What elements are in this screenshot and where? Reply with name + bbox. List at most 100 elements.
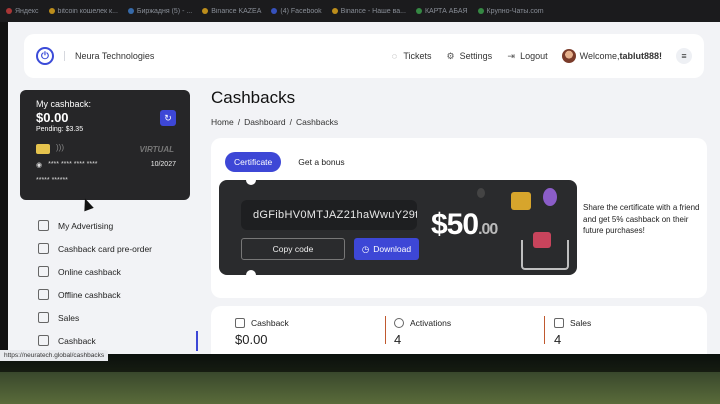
stat-label: Cashback <box>251 318 289 328</box>
stat-cashback: Cashback $0.00 <box>235 318 289 347</box>
stat-value: $0.00 <box>235 332 268 347</box>
logout-label: Logout <box>520 51 548 61</box>
tab-bar: Certificate Get a bonus <box>225 152 354 172</box>
bookmark-label: Binance KAZEA <box>211 7 262 15</box>
brand-name: Neura Technologies <box>64 51 154 61</box>
username: tablut888! <box>619 51 662 61</box>
ticket-notch <box>246 180 256 185</box>
top-header: ⏻ Neura Technologies ◌ Tickets ⚙ Settings … <box>24 34 704 78</box>
advertising-icon <box>38 220 49 231</box>
stat-value: 4 <box>394 332 402 347</box>
certificate-price: $50.00 <box>431 208 498 242</box>
logo-icon[interactable]: ⏻ <box>36 47 54 65</box>
certificate-code[interactable]: dGFibHV0MTJAZ21haWwuY29t <box>241 200 417 230</box>
welcome-text: Welcome, <box>579 51 620 61</box>
chat-icon: ◌ <box>391 51 398 61</box>
bookmark-label: (4) Facebook <box>280 7 322 15</box>
certificate-card: dGFibHV0MTJAZ21haWwuY29t Copy code ◷ Down… <box>219 180 577 275</box>
status-url: https://neuratech.global/cashbacks <box>0 350 109 361</box>
logout-icon: ⇥ <box>507 50 515 61</box>
chip-icon <box>36 144 50 154</box>
menu-icon[interactable]: ≡ <box>676 48 692 64</box>
bookmark[interactable]: Крупно-Чаты.com <box>477 7 544 15</box>
sidebar-item-my-advertising[interactable]: My Advertising <box>20 214 190 237</box>
sidebar-item-label: Offline cashback <box>58 289 121 300</box>
card-number-row: ◉ **** **** **** **** 10/2027 <box>36 161 176 169</box>
price-main: $50 <box>431 208 479 241</box>
certificate-panel: Certificate Get a bonus dGFibHV0MTJAZ21h… <box>211 138 707 298</box>
desktop-background <box>0 354 720 404</box>
tab-get-bonus[interactable]: Get a bonus <box>289 152 353 172</box>
settings-label: Settings <box>459 51 493 61</box>
ticket-notch <box>246 270 256 275</box>
sidebar-item-offline-cashback[interactable]: Offline cashback <box>20 283 190 306</box>
bookmark-label: Крупно-Чаты.com <box>486 7 544 15</box>
breadcrumb: Home / Dashboard / Cashbacks <box>211 117 707 127</box>
offline-icon <box>38 289 49 300</box>
user-greeting[interactable]: Welcome, tablut888! <box>561 49 662 63</box>
bookmark[interactable]: КАРТА АБАЯ <box>415 7 468 15</box>
cashback-card: My cashback: $0.00 Pending: $3.35 ↻ ))) … <box>20 90 190 200</box>
breadcrumb-separator: / <box>289 117 293 127</box>
gear-icon: ⚙ <box>446 50 455 61</box>
divider <box>544 316 545 344</box>
bookmark-label: bitcoin кошелек к... <box>57 7 118 15</box>
breadcrumb-dashboard[interactable]: Dashboard <box>244 117 286 127</box>
sidebar-item-card-preorder[interactable]: Cashback card pre-order <box>20 237 190 260</box>
online-icon <box>38 266 49 277</box>
stats-panel: Cashback $0.00 Activations 4 Sales 4 <box>211 306 707 354</box>
settings-link[interactable]: ⚙ Settings <box>446 50 493 62</box>
pending-amount: Pending: $3.35 <box>36 126 84 133</box>
sidebar-item-sales[interactable]: Sales <box>20 306 190 329</box>
web-page: ⏻ Neura Technologies ◌ Tickets ⚙ Settings … <box>8 22 720 354</box>
balloon-icon <box>477 188 485 198</box>
download-label: Download <box>373 244 412 254</box>
bookmark-label: КАРТА АБАЯ <box>424 7 468 15</box>
card-expiry: 10/2027 <box>150 161 176 168</box>
eye-icon[interactable]: ◉ <box>36 161 42 169</box>
download-icon: ◷ <box>361 243 370 254</box>
download-button[interactable]: ◷ Download <box>354 238 419 260</box>
stat-label: Activations <box>410 318 452 328</box>
sidebar-item-cashback[interactable]: Cashback <box>20 329 198 352</box>
breadcrumb-current: Cashbacks <box>296 117 339 127</box>
bookmark[interactable]: Яндекс <box>6 8 39 15</box>
stat-sales: Sales 4 <box>554 318 591 347</box>
sidebar-item-label: Sales <box>58 312 80 323</box>
bookmark[interactable]: (4) Facebook <box>271 7 322 15</box>
refresh-icon[interactable]: ↻ <box>160 110 176 126</box>
sidebar-item-label: Cashback card pre-order <box>58 243 153 254</box>
shopping-cart-icon <box>521 240 569 270</box>
header-nav: ◌ Tickets ⚙ Settings ⇥ Logout Welcome, tabl… <box>389 48 692 64</box>
tab-certificate[interactable]: Certificate <box>225 152 282 172</box>
tickets-link[interactable]: ◌ Tickets <box>389 51 432 61</box>
sales-icon <box>554 318 564 328</box>
certificate-description: Share the certificate with a friend and … <box>583 203 700 236</box>
sidebar-item-label: My Advertising <box>58 220 114 231</box>
sidebar-item-label: Online cashback <box>58 266 121 277</box>
sidebar: My Advertising Cashback card pre-order O… <box>20 214 198 352</box>
divider <box>385 316 386 344</box>
bookmark-label: Binance - Наше ва... <box>340 7 406 15</box>
copy-code-button[interactable]: Copy code <box>241 238 345 260</box>
cashback-icon <box>235 318 245 328</box>
browser-bookmarks-bar: Яндекс bitcoin кошелек к... Биржадня (5)… <box>0 0 720 22</box>
bookmark[interactable]: Binance KAZEA <box>202 8 261 15</box>
breadcrumb-home[interactable]: Home <box>211 117 234 127</box>
bookmark-label: Биржадня (5) - ... <box>136 7 193 15</box>
bookmark[interactable]: bitcoin кошелек к... <box>48 7 118 15</box>
stat-label: Sales <box>570 318 592 328</box>
bookmark[interactable]: Binance - Наше ва... <box>331 7 406 15</box>
card-number: **** **** **** **** <box>48 161 98 168</box>
sidebar-item-online-cashback[interactable]: Online cashback <box>20 260 190 283</box>
main-heading: Cashbacks Home / Dashboard / Cashbacks <box>211 88 707 127</box>
logout-link[interactable]: ⇥ Logout <box>506 50 548 62</box>
gift-box-icon <box>511 192 531 210</box>
bookmark[interactable]: Биржадня (5) - ... <box>127 7 193 15</box>
sidebar-item-label: Cashback <box>58 335 96 346</box>
activations-icon <box>394 318 404 328</box>
balloon-icon <box>543 188 557 206</box>
sales-icon <box>38 312 49 323</box>
cashback-amount: $0.00 <box>36 110 69 125</box>
contactless-icon: ))) <box>56 143 64 152</box>
